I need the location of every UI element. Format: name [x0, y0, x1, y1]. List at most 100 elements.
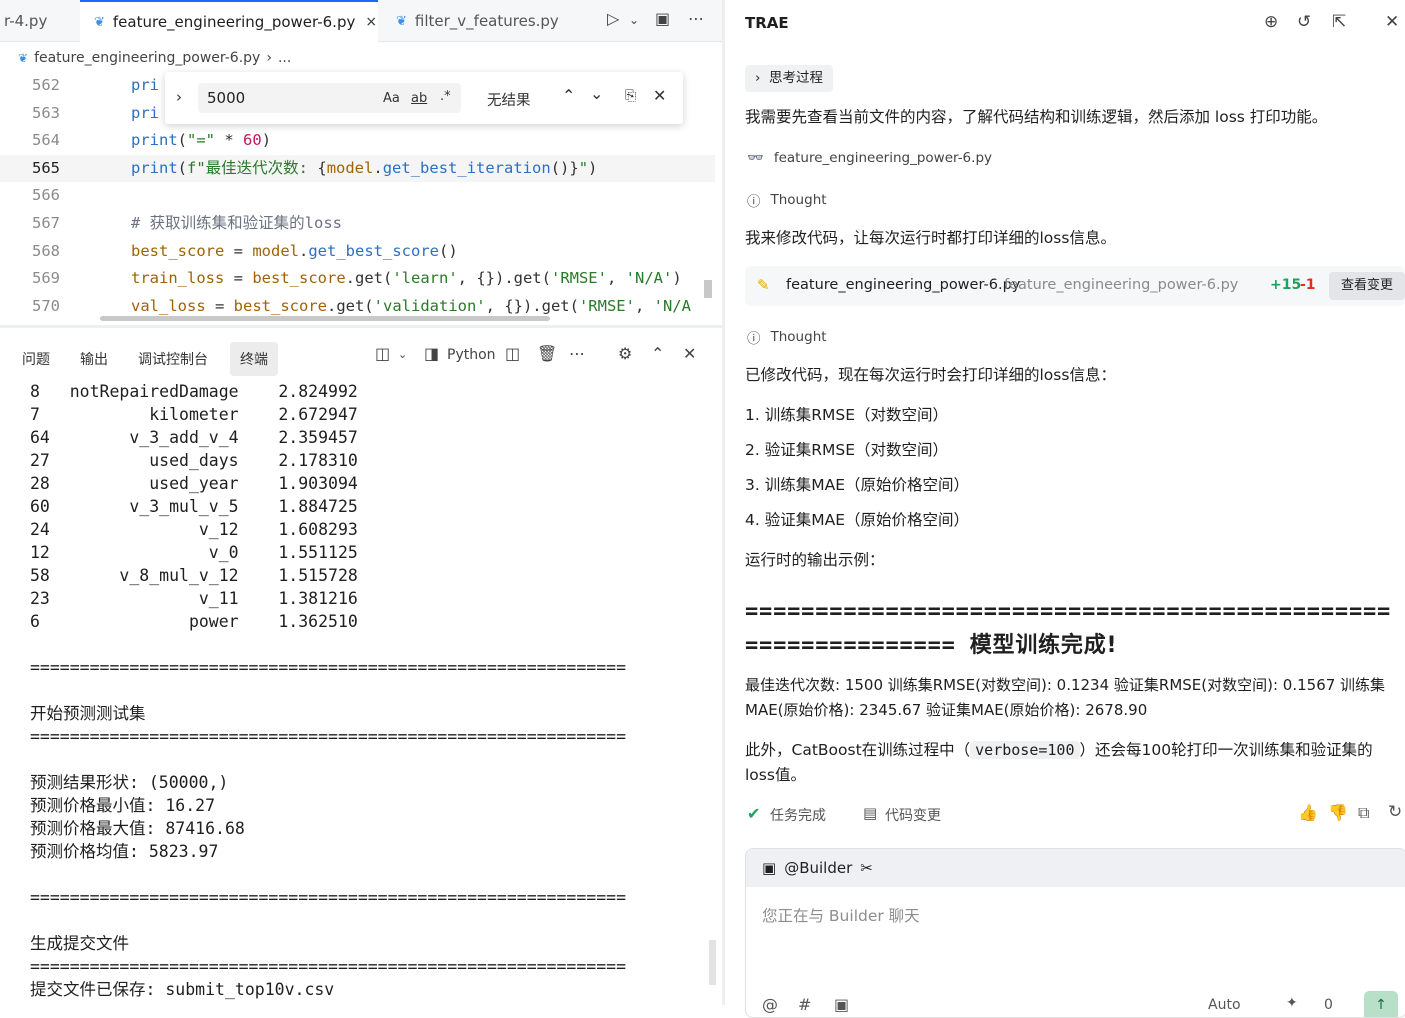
agent-label[interactable]: @Builder [784, 859, 852, 877]
file-change-card[interactable]: ✎ feature_engineering_power-6.py feature… [745, 266, 1405, 306]
chevron-down-icon[interactable]: ⌄ [590, 84, 603, 103]
code-line[interactable]: 568 best_score = model.get_best_score() [0, 238, 715, 265]
whole-word-toggle[interactable]: ab [411, 91, 427, 106]
task-status: 任务完成 [770, 808, 826, 824]
close-icon[interactable]: ✕ [1385, 12, 1399, 32]
python-terminal-label[interactable]: Python [447, 347, 496, 363]
horizontal-scrollbar[interactable] [100, 316, 550, 321]
terminal-output[interactable]: 8 notRepairedDamage 2.824992 7 kilometer … [30, 380, 710, 1001]
message-text: 我需要先查看当前文件的内容，了解代码结构和训练逻辑，然后添加 loss 打印功能… [745, 108, 1328, 126]
open-external-icon[interactable]: ⇱ [1332, 12, 1346, 32]
chat-input-box[interactable]: ▣ @Builder ✂ 您正在与 Builder 聊天 @ # ▣ Auto … [745, 848, 1405, 1018]
chevron-down-icon[interactable]: ⌄ [398, 348, 407, 361]
thinking-toggle[interactable]: › 思考过程 [745, 65, 833, 92]
model-select[interactable]: Auto [1208, 997, 1241, 1013]
terminal-line: 58 v_8_mul_v_12 1.515728 [30, 566, 358, 585]
close-icon[interactable]: × [365, 14, 377, 30]
code-token: 'RMSE' [578, 296, 635, 315]
terminal-line: 预测价格最大值: 87416.68 [30, 819, 245, 838]
code-token: model [326, 158, 374, 177]
chevron-down-icon[interactable]: ⌄ [629, 13, 639, 27]
code-line[interactable]: 567 # 获取训练集和验证集的loss [0, 210, 715, 237]
thumbs-down-icon[interactable]: 👎 [1328, 803, 1348, 822]
panel-divider[interactable] [0, 325, 722, 328]
chevron-up-icon[interactable]: ⌃ [651, 344, 664, 363]
vertical-scrollbar[interactable] [704, 280, 712, 298]
code-line[interactable]: 566 [0, 182, 715, 209]
code-line[interactable]: 565 print(f"最佳迭代次数: {model.get_best_itera… [0, 154, 715, 182]
code-token: 'N/A [653, 296, 691, 315]
layout-icon[interactable]: ◫ [375, 344, 390, 363]
thought-row[interactable]: ⓘ Thought [747, 327, 827, 347]
tab-output[interactable]: 输出 [70, 342, 118, 376]
tab-debug-console[interactable]: 调试控制台 [128, 342, 218, 376]
line-number: 568 [32, 241, 60, 260]
history-icon[interactable]: ↺ [1297, 12, 1311, 32]
new-chat-icon[interactable]: ⊕ [1264, 12, 1278, 32]
chevron-right-icon[interactable]: › [176, 88, 182, 106]
code-token: 'learn' [392, 269, 458, 288]
code-token: train_loss [131, 269, 225, 288]
settings-sliders-icon[interactable]: ⚙ [618, 344, 632, 363]
split-terminal-icon[interactable]: ◫ [505, 344, 520, 363]
chat-placeholder[interactable]: 您正在与 Builder 聊天 [762, 904, 920, 926]
sparkle-icon[interactable]: ✦ [1286, 995, 1298, 1011]
lightbulb-icon: ⓘ [747, 194, 761, 210]
viewed-file[interactable]: 👓 feature_engineering_power-6.py [747, 150, 992, 166]
code-token: model [252, 241, 299, 260]
tab-feature-engineering[interactable]: ❦ feature_engineering_power-6.py × [80, 0, 378, 42]
list-item: 3. 训练集MAE（原始价格空间） [745, 476, 969, 494]
tab-filter-v-features[interactable]: ❦ filter_v_features.py [380, 0, 570, 42]
chevron-up-icon[interactable]: ⌃ [562, 86, 575, 105]
code-token: get_best_iteration [382, 158, 551, 177]
breadcrumb-file[interactable]: feature_engineering_power-6.py [34, 50, 260, 66]
regenerate-icon[interactable]: ↻ [1388, 802, 1402, 822]
added-lines: +15 [1270, 277, 1302, 293]
thumbs-up-icon[interactable]: 👍 [1298, 803, 1318, 822]
more-icon[interactable]: ⋯ [569, 344, 585, 363]
attachment-count: 0 [1324, 997, 1333, 1013]
tab-bar: r-4.py ❦ feature_engineering_power-6.py … [0, 0, 722, 42]
tools-icon[interactable]: ✂ [860, 859, 873, 877]
close-icon[interactable]: ✕ [683, 344, 696, 363]
regex-toggle[interactable]: .* [440, 89, 451, 104]
terminal-line: 27 used_days 2.178310 [30, 451, 358, 470]
find-in-selection-icon[interactable]: ⎘ [625, 88, 636, 104]
code-token: pri [131, 76, 159, 94]
find-result: 无结果 [487, 93, 531, 109]
tab-terminal[interactable]: 终端 [230, 342, 278, 376]
copy-icon[interactable]: ⧉ [1358, 803, 1369, 823]
tab-r4[interactable]: r-4.py [0, 0, 78, 42]
tab-label: r-4.py [4, 12, 48, 30]
code-changes-link[interactable]: 代码变更 [885, 805, 941, 825]
breadcrumb-more[interactable]: ... [278, 50, 291, 66]
terminal-line: 28 used_year 1.903094 [30, 474, 358, 493]
trash-icon[interactable]: 🗑 [537, 344, 557, 363]
code-token: ( [177, 158, 188, 177]
terminal-line: 64 v_3_add_v_4 2.359457 [30, 428, 358, 447]
code-token: 'N/A' [625, 269, 673, 288]
tab-problems[interactable]: 问题 [12, 342, 60, 376]
match-case-toggle[interactable]: Aa [383, 91, 400, 106]
line-number: 563 [32, 103, 60, 122]
code-line[interactable]: 569 train_loss = best_score.get('learn', … [0, 265, 715, 292]
code-token: = [224, 269, 253, 288]
code-token: , {}).get( [457, 269, 551, 288]
code-text: train_loss = best_score.get('learn', {})… [131, 265, 682, 292]
code-token: .get( [345, 269, 393, 288]
view-changes-button[interactable]: 查看变更 [1329, 272, 1405, 300]
more-icon[interactable]: ⋯ [688, 9, 704, 28]
split-editor-icon[interactable]: ▣ [655, 9, 670, 28]
code-token: = [224, 241, 253, 260]
close-icon[interactable]: ✕ [653, 86, 666, 105]
code-token: { [317, 158, 327, 177]
python-file-icon: ❦ [396, 13, 407, 29]
line-number: 570 [32, 296, 60, 315]
code-line[interactable]: 564 print("=" * 60) [0, 127, 715, 154]
thought-row[interactable]: ⓘ Thought [747, 190, 827, 210]
run-icon[interactable]: ▷ [607, 9, 619, 28]
code-token: , {}).get( [485, 296, 579, 315]
terminal-scrollbar[interactable] [709, 940, 716, 985]
